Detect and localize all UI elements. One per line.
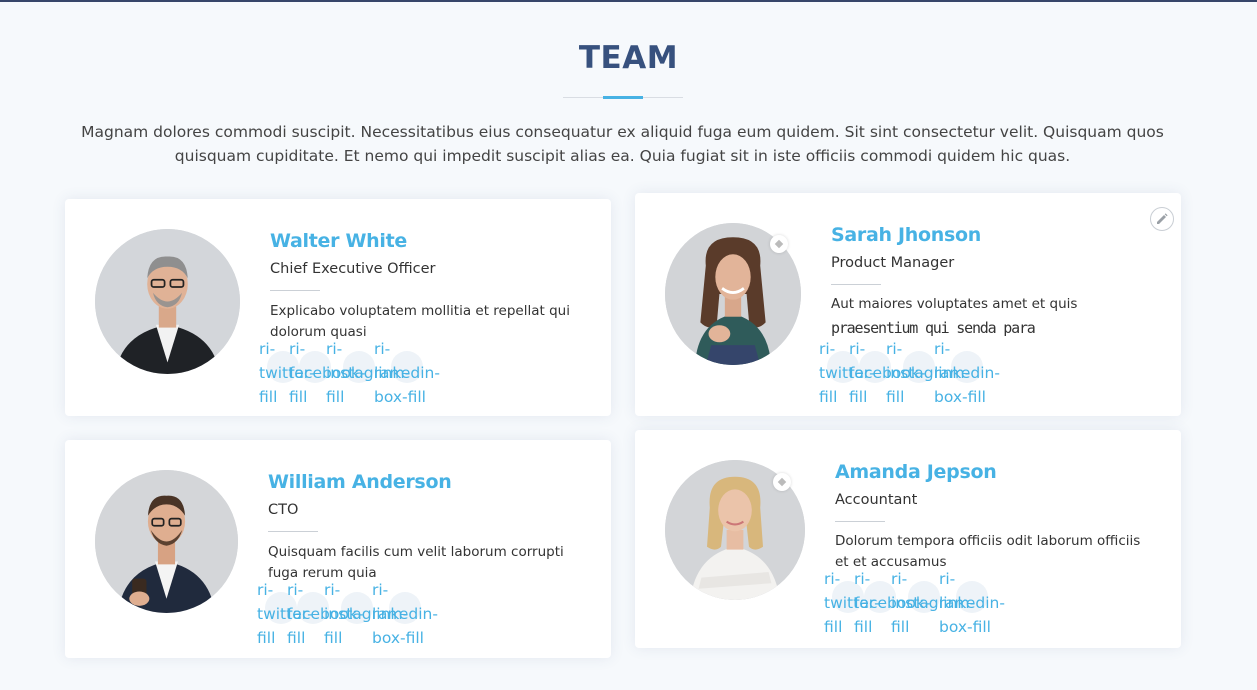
team-section: TEAM Magnam dolores commodi suscipit. Ne… <box>0 2 1257 690</box>
team-member-card: Sarah Jhonson Product Manager Aut maiore… <box>635 193 1181 416</box>
member-name: William Anderson <box>268 471 452 493</box>
linkedin-icon[interactable]: ri- linkedin- box-fill <box>934 337 1000 409</box>
member-role: Accountant <box>835 492 918 508</box>
title-divider-accent <box>603 96 643 99</box>
linkedin-icon[interactable]: ri- linkedin- box-fill <box>372 578 438 650</box>
member-role: Chief Executive Officer <box>270 261 436 277</box>
member-divider <box>831 284 881 285</box>
social-links: ri- twitter- fill ri- facebook- fill ri-… <box>257 578 457 650</box>
avatar <box>95 470 238 613</box>
team-member-card: Walter White Chief Executive Officer Exp… <box>65 199 611 416</box>
team-member-card: William Anderson CTO Quisquam facilis cu… <box>65 440 611 658</box>
member-divider <box>835 521 885 522</box>
member-name: Sarah Jhonson <box>831 224 982 246</box>
member-bio: Aut maiores voluptates amet et quis <box>831 296 1078 312</box>
member-role: CTO <box>268 502 299 518</box>
social-links: ri- twitter- fill ri- facebook- fill ri-… <box>819 337 1019 409</box>
avatar <box>95 229 240 374</box>
member-divider <box>270 290 320 291</box>
member-divider <box>268 531 318 532</box>
member-bio-overflow: praesentium qui senda para <box>831 319 1036 337</box>
member-role: Product Manager <box>831 255 955 271</box>
person-photo-icon <box>95 470 238 613</box>
pencil-icon <box>1157 213 1168 224</box>
pin-icon <box>770 235 788 253</box>
linkedin-icon[interactable]: ri- linkedin- box-fill <box>374 337 440 409</box>
edit-button[interactable] <box>1150 207 1174 231</box>
team-member-card: Amanda Jepson Accountant Dolorum tempora… <box>635 430 1181 648</box>
section-title: TEAM <box>578 40 679 76</box>
social-links: ri- twitter- fill ri- facebook- fill ri-… <box>824 567 1024 639</box>
section-description: Magnam dolores commodi suscipit. Necessi… <box>81 123 1164 165</box>
member-name: Amanda Jepson <box>835 461 997 483</box>
social-links: ri- twitter- fill ri- facebook- fill ri-… <box>259 337 459 409</box>
person-photo-icon <box>95 229 240 374</box>
linkedin-icon[interactable]: ri- linkedin- box-fill <box>939 567 1005 639</box>
member-name: Walter White <box>270 230 407 252</box>
pin-icon <box>773 473 791 491</box>
